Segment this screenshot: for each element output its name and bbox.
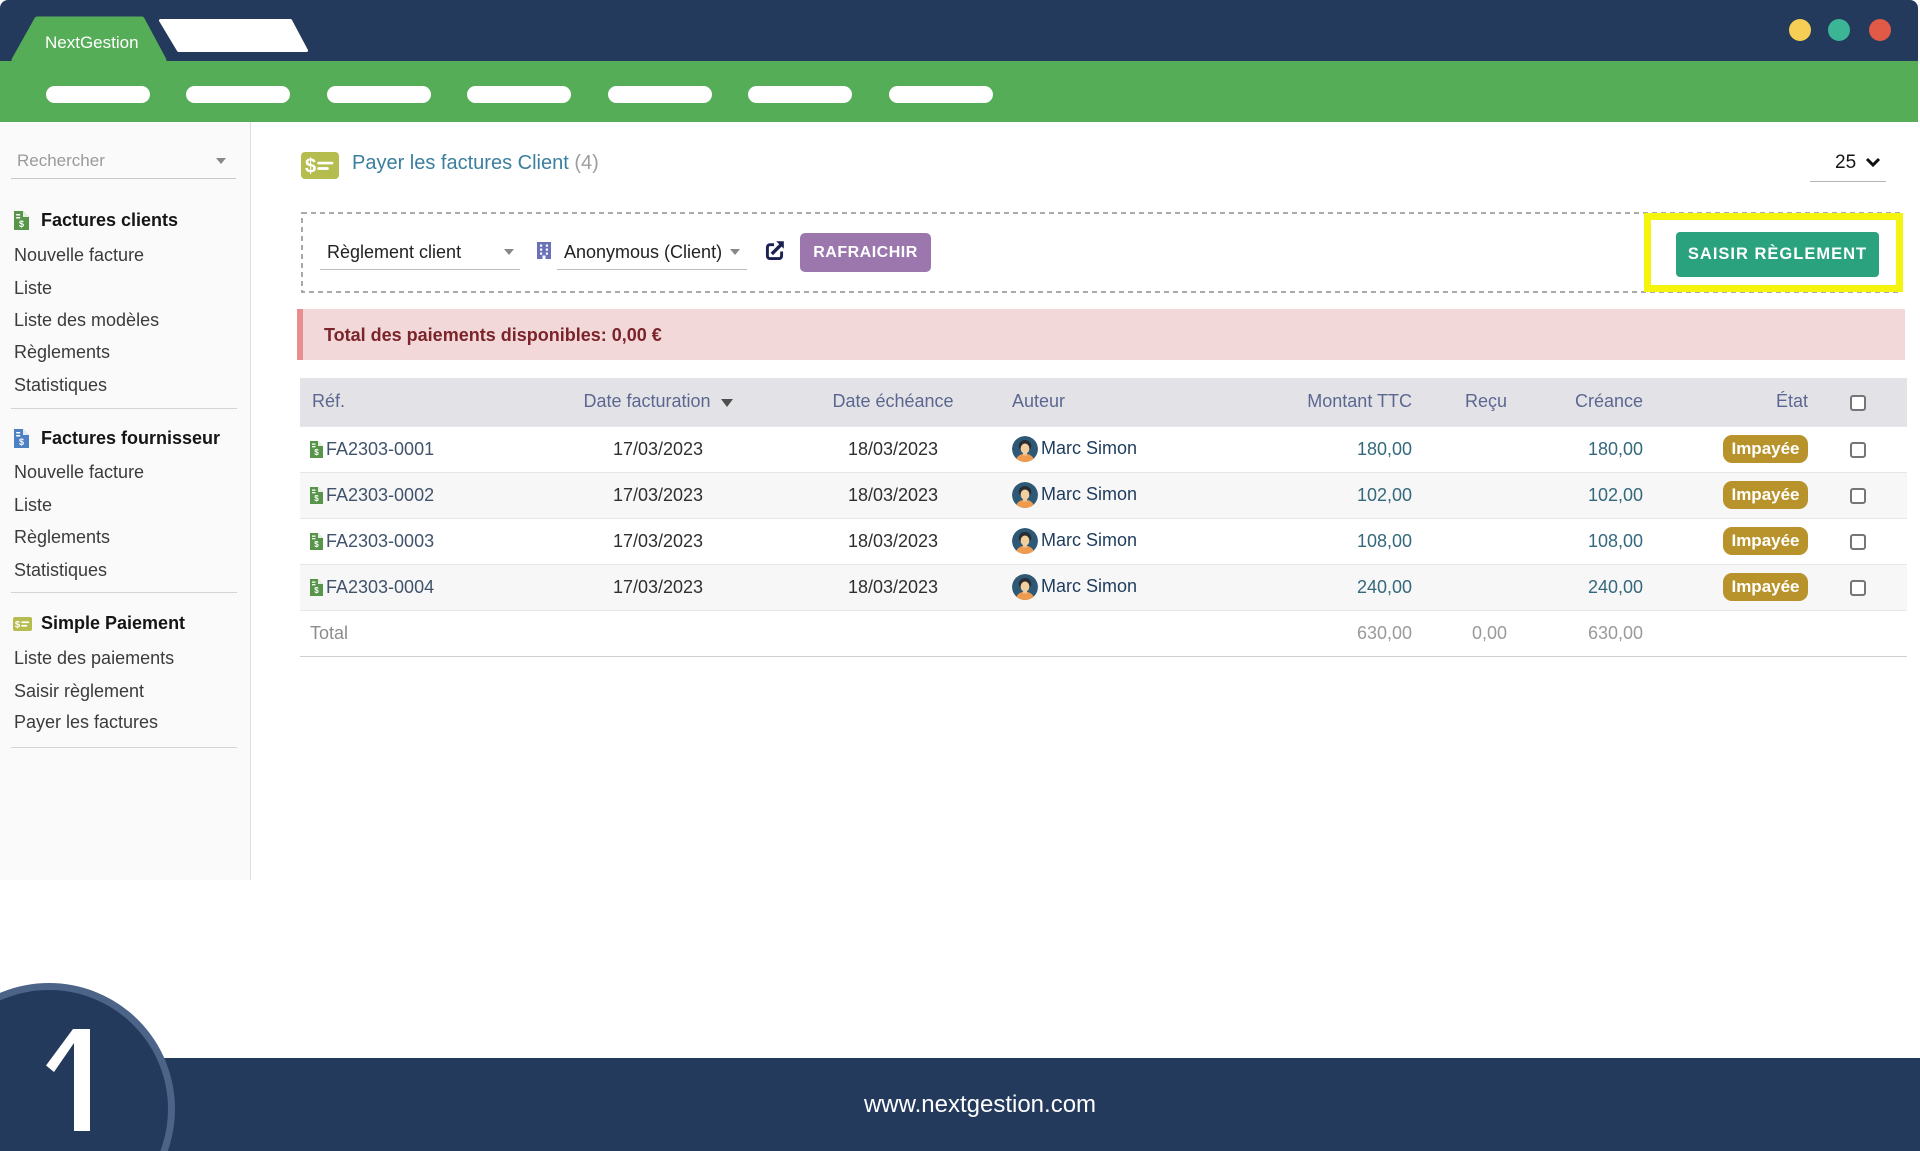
svg-text:$: $ [314, 540, 319, 549]
svg-text:$: $ [314, 494, 319, 503]
svg-text:$: $ [19, 219, 24, 229]
svg-text:$: $ [314, 586, 319, 595]
svg-text:$: $ [305, 155, 316, 177]
svg-text:$: $ [19, 437, 24, 447]
svg-text:$: $ [15, 620, 21, 631]
svg-text:$: $ [314, 448, 319, 457]
